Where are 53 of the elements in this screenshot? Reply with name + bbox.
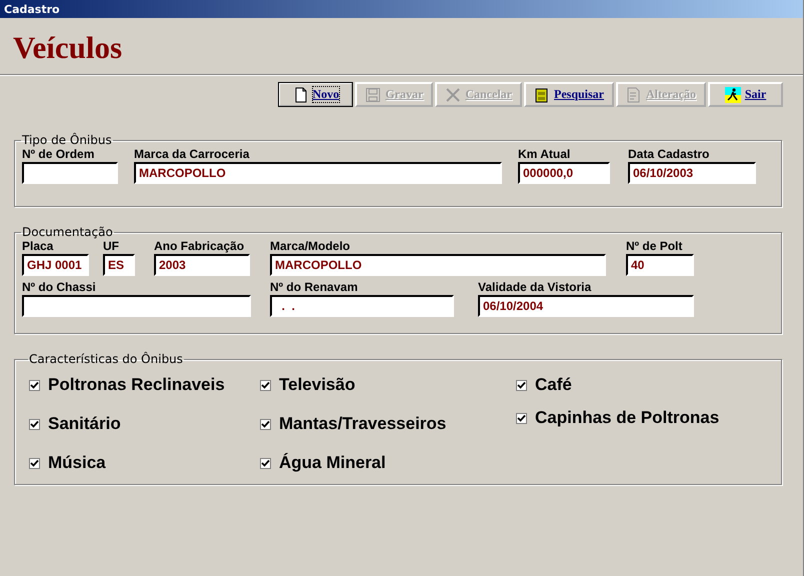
input-field[interactable]: ES (103, 254, 135, 276)
input-field[interactable] (22, 295, 251, 317)
field-label: Km Atual (518, 147, 572, 162)
group-title: Características do Ônibus (28, 352, 184, 366)
input-field[interactable]: . . (270, 295, 454, 317)
field-label: Validade da Vistoria (478, 280, 592, 295)
file-cabinet-icon (534, 86, 550, 102)
input-field[interactable]: 40 (626, 254, 694, 276)
input-field[interactable]: 2003 (154, 254, 250, 276)
field-label: Marca/Modelo (270, 239, 352, 254)
document-edit-icon (626, 86, 642, 102)
checkbox-label[interactable]: Televisão (279, 375, 356, 395)
input-field[interactable]: MARCOPOLLO (270, 254, 606, 276)
checkbox-label[interactable]: Música (48, 453, 106, 473)
window-title: Cadastro (4, 2, 60, 16)
toolbar-button[interactable]: Sair (708, 82, 783, 107)
field-label: Nº de Polt (626, 239, 684, 254)
checkbox[interactable] (516, 380, 527, 390)
field-label: Data Cadastro (628, 147, 710, 162)
checkbox[interactable] (29, 458, 40, 468)
checkbox-label[interactable]: Capinhas de Poltronas (535, 408, 720, 428)
checkbox[interactable] (260, 380, 271, 390)
checkbox[interactable] (29, 418, 40, 430)
field-label: Marca da Carroceria (134, 147, 250, 162)
field-label: Ano Fabricação (154, 239, 246, 254)
checkbox[interactable] (29, 380, 40, 390)
field-label: Nº do Renavam (270, 280, 359, 295)
running-person-icon (724, 86, 741, 102)
toolbar-button[interactable]: Pesquisar (524, 82, 614, 107)
checkbox-label[interactable]: Sanitário (48, 414, 121, 434)
input-field[interactable]: GHJ 0001 (22, 254, 89, 276)
checkbox-label[interactable]: Mantas/Travesseiros (279, 414, 446, 434)
checkbox-label[interactable]: Café (535, 375, 572, 395)
page-heading: Veículos (12, 29, 124, 67)
document-icon (292, 86, 308, 102)
field-label: Nº do Chassi (22, 280, 97, 295)
input-field[interactable]: 06/10/2004 (478, 295, 694, 317)
checkbox-label[interactable]: Poltronas Reclinaveis (48, 375, 225, 395)
field-label: UF (103, 239, 120, 254)
x-icon (445, 86, 462, 102)
group-title: Tipo de Ônibus (21, 133, 113, 147)
checkbox[interactable] (516, 412, 527, 424)
checkbox[interactable] (260, 418, 271, 430)
checkbox-label[interactable]: Água Mineral (279, 453, 386, 473)
input-field[interactable]: 000000,0 (518, 162, 610, 184)
checkbox[interactable] (260, 458, 271, 468)
toolbar-button[interactable]: Novo (278, 82, 354, 107)
input-field[interactable]: 06/10/2003 (628, 162, 756, 184)
input-field[interactable]: MARCOPOLLO (134, 162, 502, 184)
field-label: Placa (22, 239, 54, 254)
field-label: Nº de Ordem (22, 147, 96, 162)
group-title: Documentação (21, 225, 114, 239)
input-field[interactable] (22, 162, 118, 184)
